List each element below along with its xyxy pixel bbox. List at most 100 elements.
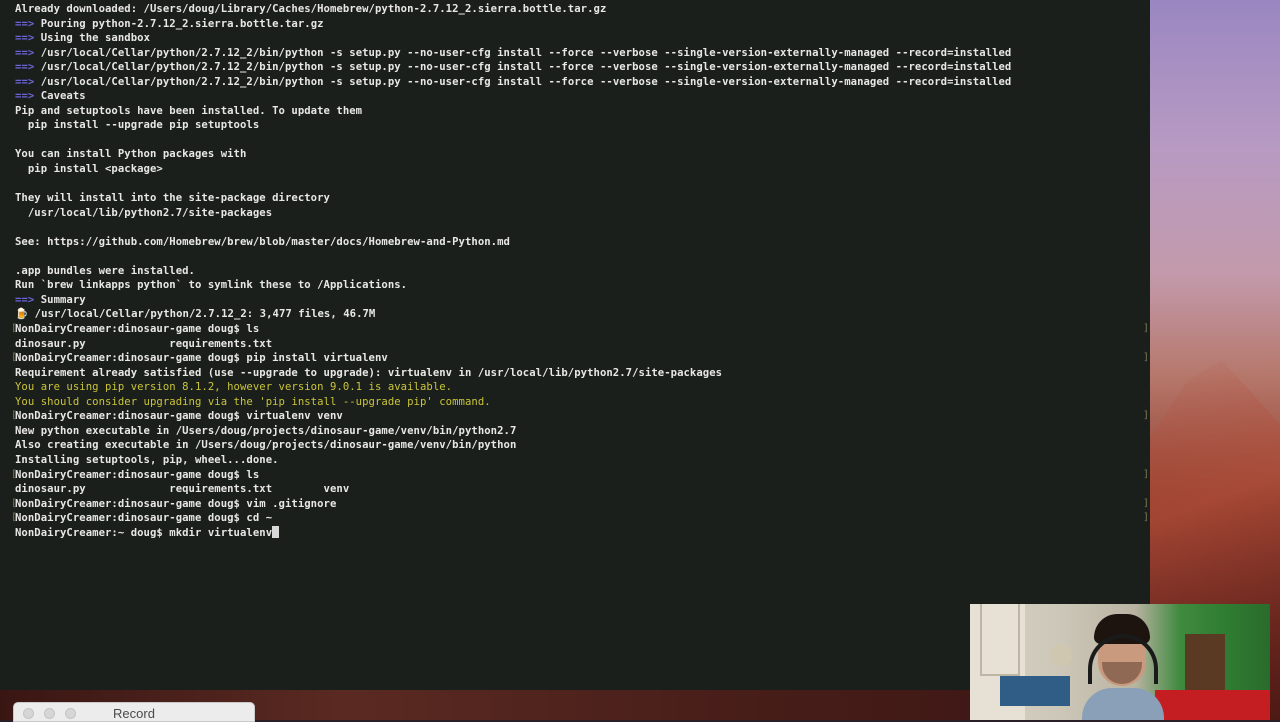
prompt-marker-right: ]: [1143, 512, 1150, 524]
terminal-prompt-line: NonDairyCreamer:dinosaur-game doug$ virt…: [15, 410, 343, 423]
terminal-prompt-line: NonDairyCreamer:dinosaur-game doug$ pip …: [15, 352, 388, 365]
terminal-line: ==> Using the sandbox: [15, 31, 1150, 46]
terminal-line: 🍺 /usr/local/Cellar/python/2.7.12_2: 3,4…: [15, 307, 1150, 322]
webcam-door-frame: [980, 604, 1020, 676]
terminal-line: Also creating executable in /Users/doug/…: [15, 438, 1150, 453]
text-cursor: [272, 525, 280, 538]
webcam-shelf: [1000, 676, 1070, 706]
terminal-line: New python executable in /Users/doug/pro…: [15, 424, 1150, 439]
terminal-line: Pip and setuptools have been installed. …: [15, 104, 1150, 119]
record-window-title: Record: [113, 706, 155, 721]
prompt-marker-left: [: [11, 410, 18, 422]
webcam-overlay: [970, 604, 1270, 720]
webcam-lamp: [1050, 644, 1072, 666]
terminal-line: You are using pip version 8.1.2, however…: [15, 380, 1150, 395]
terminal-window[interactable]: Already downloaded: /Users/doug/Library/…: [0, 0, 1150, 690]
terminal-line-text: dinosaur.py requirements.txt: [15, 337, 273, 350]
terminal-line-text: Pouring python-2.7.12_2.sierra.bottle.ta…: [34, 17, 324, 30]
arrow-prefix-icon: ==>: [15, 61, 35, 74]
beer-icon: 🍺: [15, 308, 29, 321]
terminal-line-text: You are using pip version 8.1.2, however…: [15, 381, 453, 394]
terminal-line: ==> Pouring python-2.7.12_2.sierra.bottl…: [15, 17, 1150, 32]
terminal-line: They will install into the site-package …: [15, 191, 1150, 206]
terminal-line: pip install <package>: [15, 162, 1150, 177]
terminal-line: NonDairyCreamer:dinosaur-game doug$ ls: [15, 322, 1150, 337]
terminal-line: Requirement already satisfied (use --upg…: [15, 366, 1150, 381]
terminal-line: .app bundles were installed.: [15, 264, 1150, 279]
command-prompt-input[interactable]: NonDairyCreamer:~ doug$ mkdir virtualenv: [15, 527, 272, 539]
terminal-line-text: Caveats: [34, 90, 86, 103]
terminal-line: /usr/local/lib/python2.7/site-packages: [15, 206, 1150, 221]
terminal-line-text: Requirement already satisfied (use --upg…: [15, 366, 723, 379]
terminal-line-text: New python executable in /Users/doug/pro…: [15, 424, 517, 437]
terminal-line: You should consider upgrading via the 'p…: [15, 395, 1150, 410]
terminal-line-text: .app bundles were installed.: [15, 264, 195, 277]
arrow-prefix-icon: ==>: [15, 293, 35, 306]
terminal-line: dinosaur.py requirements.txt venv: [15, 482, 1150, 497]
terminal-line: ==> /usr/local/Cellar/python/2.7.12_2/bi…: [15, 46, 1150, 61]
terminal-line-text: dinosaur.py requirements.txt venv: [15, 483, 350, 496]
terminal-line-text: Pip and setuptools have been installed. …: [15, 104, 363, 117]
terminal-prompt-line: NonDairyCreamer:dinosaur-game doug$ ls: [15, 468, 260, 481]
terminal-line: Installing setuptools, pip, wheel...done…: [15, 453, 1150, 468]
terminal-line-text: /usr/local/Cellar/python/2.7.12_2/bin/py…: [34, 61, 1012, 74]
terminal-line: NonDairyCreamer:dinosaur-game doug$ ls: [15, 468, 1150, 483]
terminal-prompt-line: NonDairyCreamer:dinosaur-game doug$ cd ~: [15, 512, 273, 525]
terminal-line-text: Summary: [34, 293, 86, 306]
webcam-couch: [1155, 690, 1270, 720]
arrow-prefix-icon: ==>: [15, 32, 35, 45]
terminal-line-text: /usr/local/lib/python2.7/site-packages: [15, 206, 273, 219]
terminal-line: Run `brew linkapps python` to symlink th…: [15, 278, 1150, 293]
prompt-marker-right: ]: [1143, 410, 1150, 422]
terminal-line: ==> Caveats: [15, 89, 1150, 104]
terminal-line: dinosaur.py requirements.txt: [15, 337, 1150, 352]
prompt-marker-right: ]: [1143, 352, 1150, 364]
terminal-line-text: Using the sandbox: [34, 32, 151, 45]
prompt-marker-left: [: [11, 323, 18, 335]
terminal-line-text: Already downloaded: /Users/doug/Library/…: [15, 3, 607, 15]
terminal-prompt-line: NonDairyCreamer:dinosaur-game doug$ ls: [15, 323, 260, 336]
terminal-line-text: Run `brew linkapps python` to symlink th…: [15, 279, 408, 292]
arrow-prefix-icon: ==>: [15, 46, 35, 59]
terminal-line-text: Installing setuptools, pip, wheel...done…: [15, 453, 279, 466]
terminal-line: NonDairyCreamer:~ doug$ mkdir virtualenv: [15, 525, 1150, 541]
prompt-marker-right: ]: [1143, 468, 1150, 480]
webcam-person: [1082, 614, 1164, 720]
prompt-marker-right: ]: [1143, 497, 1150, 509]
prompt-marker-left: [: [11, 512, 18, 524]
webcam-person-shirt: [1082, 688, 1164, 720]
terminal-line: ==> /usr/local/Cellar/python/2.7.12_2/bi…: [15, 75, 1150, 90]
terminal-line: NonDairyCreamer:dinosaur-game doug$ pip …: [15, 351, 1150, 366]
terminal-line: NonDairyCreamer:dinosaur-game doug$ vim …: [15, 497, 1150, 512]
terminal-line-text: pip install --upgrade pip setuptools: [15, 119, 260, 132]
prompt-marker-left: [: [11, 497, 18, 509]
terminal-line-text: You can install Python packages with: [15, 148, 247, 161]
arrow-prefix-icon: ==>: [15, 17, 35, 30]
terminal-line: Already downloaded: /Users/doug/Library/…: [15, 2, 1150, 17]
terminal-line: NonDairyCreamer:dinosaur-game doug$ virt…: [15, 409, 1150, 424]
terminal-line: You can install Python packages with: [15, 147, 1150, 162]
terminal-line-text: /usr/local/Cellar/python/2.7.12_2/bin/py…: [34, 75, 1012, 88]
prompt-marker-left: [: [11, 468, 18, 480]
arrow-prefix-icon: ==>: [15, 90, 35, 103]
terminal-line: pip install --upgrade pip setuptools: [15, 118, 1150, 133]
terminal-line: ==> Summary: [15, 293, 1150, 308]
terminal-line: NonDairyCreamer:dinosaur-game doug$ cd ~: [15, 511, 1150, 526]
prompt-marker-right: ]: [1143, 323, 1150, 335]
terminal-line-text: pip install <package>: [15, 163, 163, 176]
terminal-line-text: See: https://github.com/Homebrew/brew/bl…: [15, 235, 510, 248]
terminal-prompt-line: NonDairyCreamer:dinosaur-game doug$ vim …: [15, 497, 337, 510]
terminal-line-text: They will install into the site-package …: [15, 192, 330, 205]
terminal-line-text: /usr/local/Cellar/python/2.7.12_2: 3,477…: [28, 308, 376, 321]
arrow-prefix-icon: ==>: [15, 75, 35, 88]
terminal-line-text: Also creating executable in /Users/doug/…: [15, 439, 517, 452]
prompt-marker-left: [: [11, 352, 18, 364]
terminal-line: See: https://github.com/Homebrew/brew/bl…: [15, 235, 1150, 250]
terminal-line-text: /usr/local/Cellar/python/2.7.12_2/bin/py…: [34, 46, 1012, 59]
record-window[interactable]: Record: [13, 702, 255, 722]
terminal-line-text: You should consider upgrading via the 'p…: [15, 395, 491, 408]
